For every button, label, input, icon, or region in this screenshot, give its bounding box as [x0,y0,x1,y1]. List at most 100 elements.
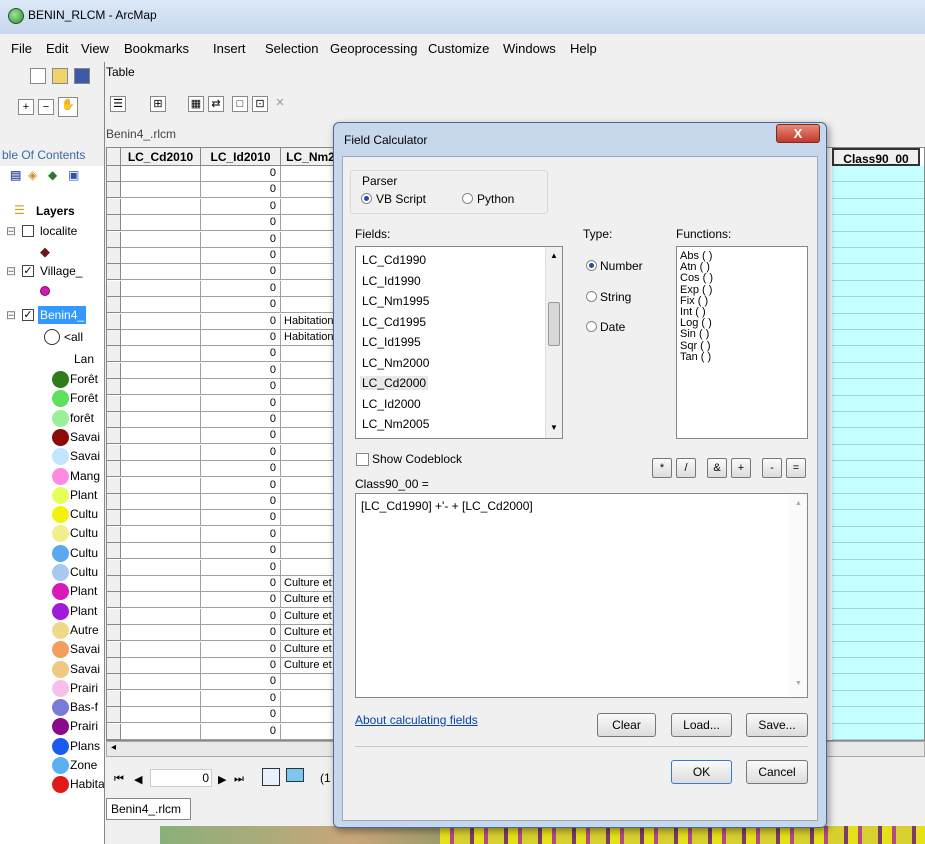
layer-checkbox-checked[interactable]: ✓ [22,265,34,277]
menu-customize[interactable]: Customize [428,41,489,56]
cell-lc-nm[interactable] [281,723,341,740]
legend-item[interactable]: Savai [0,428,105,448]
record-number-input[interactable]: 0 [150,769,212,787]
select-by-attributes-icon[interactable]: ▦ [188,96,204,112]
legend-item[interactable]: forêt [0,409,105,429]
legend-item[interactable]: Cultu [0,563,105,583]
cell-lc-cd2010[interactable] [121,346,201,363]
show-selected-records-icon[interactable] [286,768,304,782]
menu-help[interactable]: Help [570,41,597,56]
cell-lc-nm[interactable] [281,526,341,543]
cell-lc-nm[interactable] [281,248,341,264]
class90-cell[interactable] [832,181,924,183]
row-selector[interactable] [107,264,121,281]
cell-lc-id2010[interactable]: 0 [201,346,281,363]
row-selector[interactable] [107,313,121,330]
cell-lc-nm[interactable]: Culture et [281,641,341,658]
zoom-out-icon[interactable]: − [38,99,54,115]
divide-button[interactable]: / [676,458,696,478]
toc-layer-benin4[interactable]: ⊟ ✓ Benin4_ [6,306,105,326]
row-selector[interactable] [107,592,121,609]
class90-cell[interactable] [832,247,924,248]
cell-lc-id2010[interactable]: 0 [201,264,281,281]
row-selector[interactable] [107,461,121,478]
row-selector[interactable] [107,707,121,724]
class90-cell[interactable] [832,312,924,314]
cell-lc-id2010[interactable]: 0 [201,510,281,527]
cell-lc-id2010[interactable]: 0 [201,280,281,297]
row-selector[interactable] [107,608,121,625]
cell-lc-cd2010[interactable] [121,428,201,445]
cell-lc-nm[interactable] [281,166,341,182]
minus-button[interactable]: - [762,458,782,478]
cell-lc-cd2010[interactable] [121,576,201,592]
cell-lc-cd2010[interactable] [121,461,201,478]
cell-lc-cd2010[interactable] [121,526,201,543]
expression-textarea[interactable]: ▲ ▼ [355,493,808,698]
menu-windows[interactable]: Windows [503,41,556,56]
legend-item[interactable]: Plant [0,582,105,602]
cell-lc-id2010[interactable]: 0 [201,330,281,346]
field-list-item[interactable]: LC_Nm1995 [362,294,429,308]
close-x-icon[interactable]: ✕ [272,96,288,112]
cell-lc-nm[interactable] [281,379,341,396]
class90-cell[interactable] [832,607,924,609]
cell-lc-nm[interactable]: Habitation [281,330,341,346]
cell-lc-cd2010[interactable] [121,625,201,642]
scroll-up-icon[interactable]: ▲ [550,251,558,260]
cell-lc-nm[interactable] [281,690,341,707]
class90-cell[interactable] [832,345,924,347]
about-calculating-fields-link[interactable]: About calculating fields [355,713,478,727]
cell-lc-cd2010[interactable] [121,494,201,510]
row-selector[interactable] [107,674,121,691]
cell-lc-id2010[interactable]: 0 [201,608,281,625]
menu-selection[interactable]: Selection [265,41,318,56]
menu-insert[interactable]: Insert [213,41,246,56]
cell-lc-cd2010[interactable] [121,231,201,248]
cell-lc-nm[interactable] [281,428,341,445]
close-button[interactable]: X [776,124,820,143]
class90-cell[interactable] [832,525,924,527]
cell-lc-nm[interactable]: Culture et [281,625,341,642]
multiply-button[interactable]: * [652,458,672,478]
layer-checkbox[interactable] [22,225,34,237]
row-selector[interactable] [107,526,121,543]
cell-lc-nm[interactable] [281,395,341,412]
field-list-item[interactable]: LC_Id1995 [362,335,421,349]
class90-cell[interactable] [832,476,924,478]
scroll-left-icon[interactable]: ◂ [111,742,116,753]
class90-cell[interactable] [832,279,924,281]
class90-cell[interactable] [832,640,924,642]
function-list-item[interactable]: Sin ( ) [680,328,709,340]
expression-scrollbar[interactable]: ▲ ▼ [790,494,807,697]
cell-lc-id2010[interactable]: 0 [201,723,281,740]
cell-lc-id2010[interactable]: 0 [201,428,281,445]
cell-lc-id2010[interactable]: 0 [201,182,281,199]
row-selector[interactable] [107,559,121,576]
row-selector[interactable] [107,510,121,527]
row-selector[interactable] [107,543,121,560]
class90-cell[interactable] [832,230,924,232]
concat-button[interactable]: & [707,458,727,478]
list-by-selection-icon[interactable]: ▣ [68,168,79,182]
collapse-icon[interactable]: ⊟ [6,308,16,322]
cell-lc-cd2010[interactable] [121,444,201,461]
field-list-item[interactable]: LC_Nm2000 [362,356,429,370]
cell-lc-cd2010[interactable] [121,166,201,182]
legend-item[interactable]: Plant [0,486,105,506]
cell-lc-nm[interactable] [281,461,341,478]
row-selector[interactable] [107,494,121,510]
cell-lc-cd2010[interactable] [121,723,201,740]
function-list-item[interactable]: Atn ( ) [680,261,710,273]
class90-cell[interactable] [832,657,924,658]
menu-geoprocessing[interactable]: Geoprocessing [330,41,417,56]
zoom-in-icon[interactable]: + [18,99,34,115]
cell-lc-cd2010[interactable] [121,510,201,527]
cell-lc-id2010[interactable]: 0 [201,248,281,264]
field-list-item[interactable]: LC_Cd1995 [362,315,426,329]
cell-lc-cd2010[interactable] [121,280,201,297]
cell-lc-id2010[interactable]: 0 [201,362,281,379]
class90-cell[interactable] [832,542,924,544]
cell-lc-id2010[interactable]: 0 [201,559,281,576]
menu-view[interactable]: View [81,41,109,56]
